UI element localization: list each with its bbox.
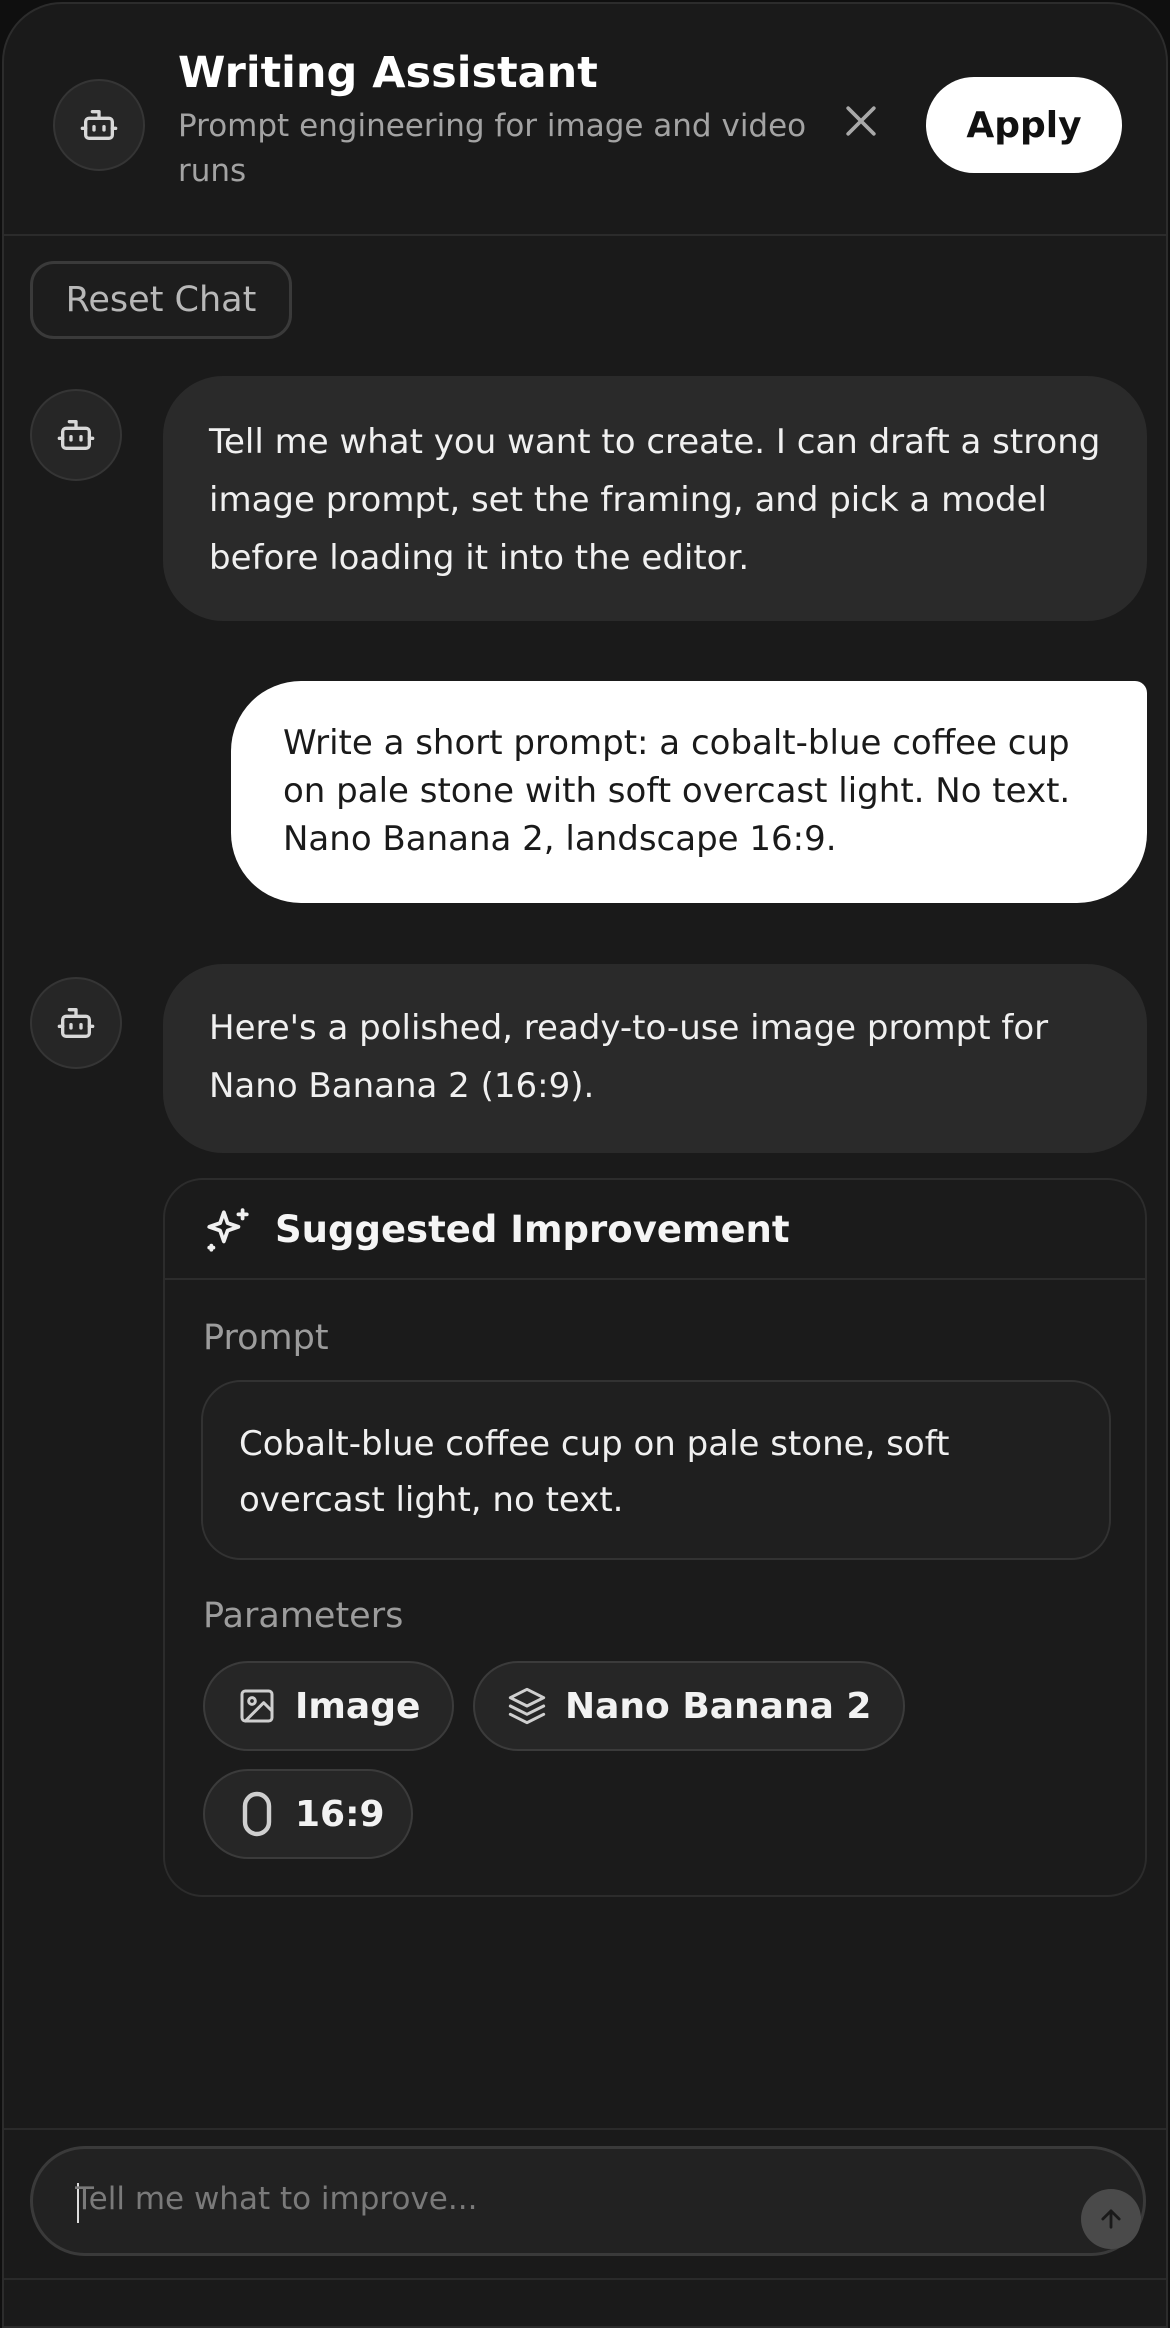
send-button[interactable] — [1081, 2189, 1141, 2249]
assistant-avatar — [53, 79, 145, 171]
param-chip-media-type[interactable]: Image — [203, 1661, 454, 1751]
panel-title: Writing Assistant — [178, 48, 598, 98]
arrow-up-icon — [1101, 2209, 1121, 2229]
parameters-label: Parameters — [203, 1596, 404, 1636]
sparkles-icon — [207, 1208, 249, 1252]
bot-icon — [80, 110, 118, 140]
panel-subtitle: Prompt engineering for image and video r… — [178, 108, 807, 189]
image-icon — [240, 1689, 274, 1723]
apply-button[interactable]: Apply — [926, 77, 1122, 173]
suggestion-title: Suggested Improvement — [275, 1208, 790, 1251]
suggested-prompt-text: Cobalt-blue coffee cup on pale stone, so… — [201, 1380, 1111, 1560]
header: Writing Assistant Prompt engineering for… — [4, 4, 1166, 236]
reset-chat-button[interactable]: Reset Chat — [30, 261, 292, 339]
aspect-ratio-icon — [242, 1791, 272, 1837]
composer — [30, 2146, 1146, 2256]
param-chip-label: 16:9 — [295, 1793, 385, 1835]
assistant-avatar — [30, 389, 122, 481]
layers-icon — [508, 1687, 546, 1725]
param-chip-label: Image — [295, 1685, 421, 1727]
suggestion-card-header: Suggested Improvement — [165, 1180, 1145, 1280]
user-message: Write a short prompt: a cobalt-blue coff… — [231, 681, 1147, 903]
assistant-message: Tell me what you want to create. I can d… — [163, 376, 1147, 621]
bot-icon — [57, 1008, 95, 1038]
message-input[interactable] — [75, 2171, 1025, 2227]
close-icon — [846, 106, 876, 136]
close-button[interactable] — [836, 96, 886, 146]
assistant-message: Here's a polished, ready-to-use image pr… — [163, 964, 1147, 1153]
param-chip-label: Nano Banana 2 — [565, 1685, 872, 1727]
writing-assistant-panel: Writing Assistant Prompt engineering for… — [2, 2, 1168, 2328]
param-chip-aspect-ratio[interactable]: 16:9 — [203, 1769, 413, 1859]
suggestion-card: Suggested Improvement Prompt Cobalt-blue… — [163, 1178, 1147, 1897]
assistant-avatar — [30, 977, 122, 1069]
param-chip-model[interactable]: Nano Banana 2 — [473, 1661, 905, 1751]
prompt-label: Prompt — [203, 1318, 329, 1358]
bot-icon — [57, 420, 95, 450]
composer-area — [4, 2128, 1166, 2280]
